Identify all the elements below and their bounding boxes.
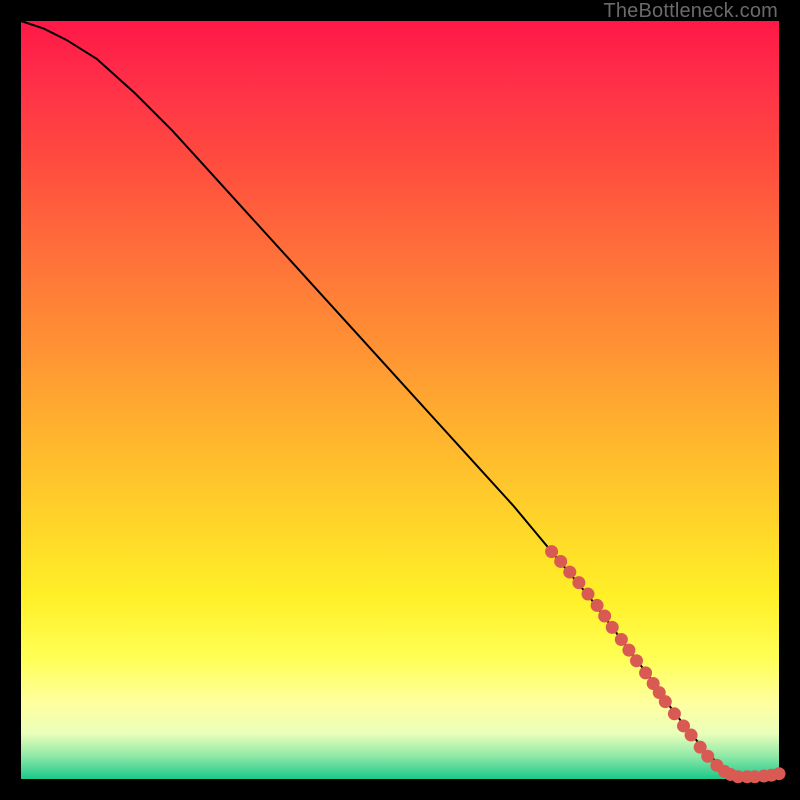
data-marker xyxy=(598,610,611,623)
data-marker xyxy=(591,599,604,612)
data-marker xyxy=(622,644,635,657)
data-marker xyxy=(606,621,619,634)
data-marker xyxy=(572,576,585,589)
data-marker xyxy=(659,695,672,708)
curve-layer xyxy=(21,21,779,777)
watermark-text: TheBottleneck.com xyxy=(603,0,778,23)
data-marker xyxy=(563,566,576,579)
data-marker xyxy=(668,707,681,720)
data-marker xyxy=(615,633,628,646)
curve-line xyxy=(21,21,779,777)
data-marker xyxy=(554,555,567,568)
data-marker xyxy=(685,729,698,742)
data-marker xyxy=(545,545,558,558)
chart-stage: TheBottleneck.com xyxy=(0,0,800,800)
marker-layer xyxy=(545,545,785,783)
chart-overlay xyxy=(21,21,779,779)
data-marker xyxy=(639,666,652,679)
data-marker xyxy=(773,767,786,780)
data-marker xyxy=(630,654,643,667)
data-marker xyxy=(581,588,594,601)
